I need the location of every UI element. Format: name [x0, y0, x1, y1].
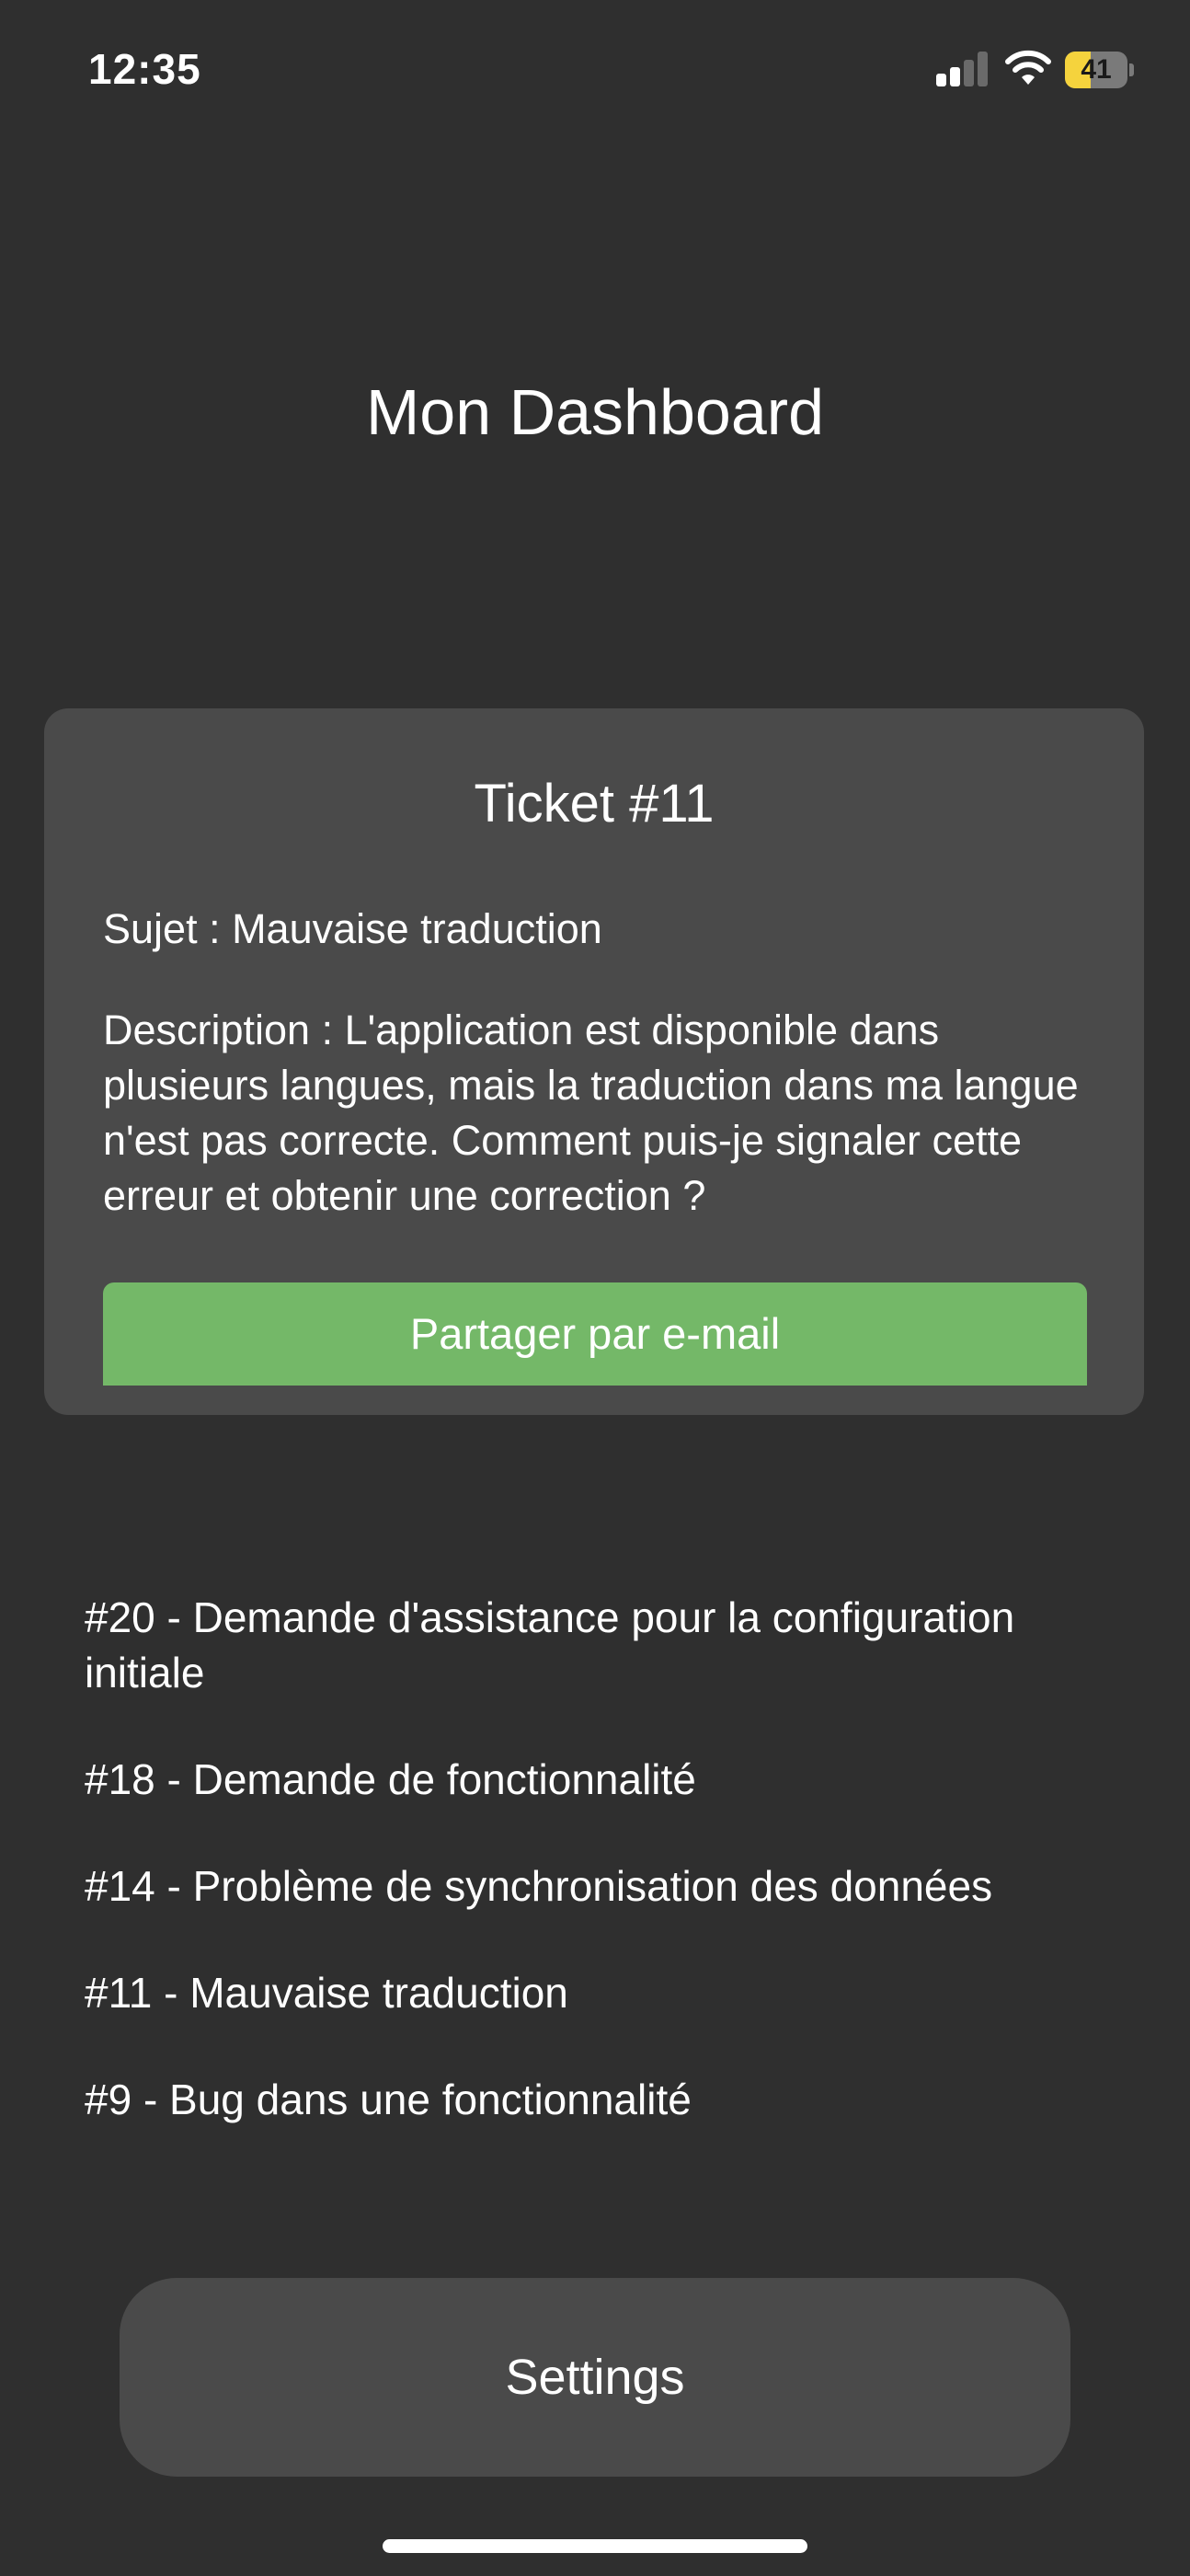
ticket-list-item[interactable]: #9 - Bug dans une fonctionnalité [85, 2072, 1133, 2127]
home-indicator[interactable] [383, 2539, 807, 2553]
battery-level: 41 [1081, 54, 1112, 85]
settings-button[interactable]: Settings [120, 2278, 1070, 2477]
ticket-list-item[interactable]: #20 - Demande d'assistance pour la confi… [85, 1590, 1133, 1700]
status-bar: 12:35 41 [0, 0, 1190, 138]
ticket-list-item[interactable]: #14 - Problème de synchronisation des do… [85, 1858, 1133, 1914]
ticket-title: Ticket #11 [474, 774, 715, 834]
ticket-list-item[interactable]: #11 - Mauvaise traduction [85, 1965, 1133, 2020]
signal-icon [936, 52, 991, 86]
ticket-description: Description : L'application est disponib… [103, 1006, 1079, 1219]
ticket-list-item[interactable]: #18 - Demande de fonctionnalité [85, 1752, 1133, 1807]
status-time: 12:35 [88, 45, 201, 93]
page-title: Mon Dashboard [365, 376, 825, 448]
ticket-card: Ticket #11 Sujet : Mauvaise traduction D… [44, 708, 1144, 1415]
ticket-list: #20 - Demande d'assistance pour la confi… [85, 1590, 1133, 2179]
battery-tip [1129, 63, 1134, 76]
share-email-button[interactable]: Partager par e-mail [103, 1282, 1087, 1386]
battery-body: 41 [1065, 52, 1127, 88]
battery-icon: 41 [1065, 52, 1135, 88]
wifi-icon [1005, 50, 1051, 85]
ticket-subject: Sujet : Mauvaise traduction [103, 905, 602, 952]
